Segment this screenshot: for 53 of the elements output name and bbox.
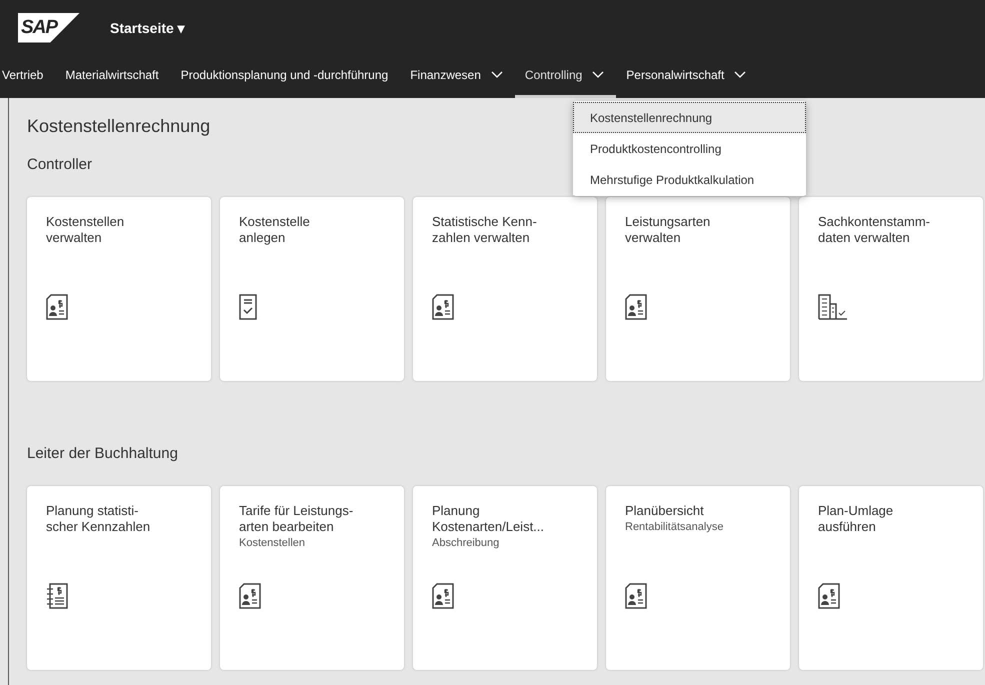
app-tile[interactable]: Plan-Umlage ausführen <box>799 486 983 670</box>
tile-title: Planübersicht <box>625 503 704 519</box>
app-tile[interactable]: Kostenstellen verwalten <box>27 197 211 381</box>
group-title: Leiter der Buchhaltung <box>27 445 178 462</box>
person-document-icon <box>818 583 840 609</box>
app-tile[interactable]: Tarife für Leistungs- arten bearbeiten Kostenstellen <box>220 486 404 670</box>
page-title: Kostenstellenrechnung <box>27 116 210 137</box>
home-title[interactable]: Startseite ▾ <box>110 20 185 36</box>
nav-tab[interactable]: Produktionsplanung und -durchführung <box>170 55 400 98</box>
nav-tab-label: Controlling <box>524 68 582 82</box>
building-icon <box>818 294 848 320</box>
app-tile[interactable]: Sachkontenstamm- daten verwalten <box>799 197 983 381</box>
tile-title: Leistungsarten verwalten <box>625 214 710 246</box>
person-document-icon <box>625 294 647 320</box>
nav-tab-label: Personalwirtschaft <box>626 68 724 82</box>
person-document-icon <box>239 583 261 609</box>
person-document-icon <box>625 583 647 609</box>
tile-title: Plan-Umlage ausführen <box>818 503 894 535</box>
nav-tab-label: Vertrieb <box>2 68 44 82</box>
person-document-icon <box>432 294 454 320</box>
tile-title: Sachkontenstamm- daten verwalten <box>818 214 930 246</box>
logo: SAP <box>18 12 80 42</box>
person-document-icon <box>432 583 454 609</box>
app-tile[interactable]: Statistische Kenn- zahlen verwalten <box>413 197 597 381</box>
tile-title: Planung Kostenarten/Leist... <box>432 503 544 535</box>
person-document-icon <box>46 294 68 320</box>
tile-title: Kostenstellen verwalten <box>46 214 124 246</box>
tile-title: Planung statisti- scher Kennzahlen <box>46 503 150 535</box>
nav-tab-label: Materialwirtschaft <box>65 68 159 82</box>
menu-item[interactable]: Produktkostencontrolling <box>573 133 806 164</box>
nav-tab[interactable]: Controlling <box>514 55 616 98</box>
tile-title: Kostenstelle anlegen <box>239 214 310 246</box>
nav-tab-label: Produktionsplanung und -durchführung <box>180 68 388 82</box>
menu-item[interactable]: Kostenstellenrechnung <box>573 102 806 133</box>
nav-tab[interactable]: Vertrieb <box>0 55 56 98</box>
app-tile[interactable]: Planübersicht Rentabilitätsanalyse <box>606 486 790 670</box>
app-tile[interactable]: Planung Kostenarten/Leist... Abschreibung <box>413 486 597 670</box>
app-tile[interactable]: Planung statisti- scher Kennzahlen <box>27 486 211 670</box>
tile-subtitle: Kostenstellen <box>239 537 306 549</box>
nav-tab-label: Finanzwesen <box>410 68 481 82</box>
menu-item[interactable]: Mehrstufige Produktkalkulation <box>573 164 806 195</box>
group-title: Controller <box>27 156 92 173</box>
notebook-icon <box>46 583 70 609</box>
app-tile[interactable]: Kostenstelle anlegen <box>220 197 404 381</box>
tile-subtitle: Rentabilitätsanalyse <box>625 521 724 533</box>
checklist-document-icon <box>239 294 257 320</box>
tile-subtitle: Abschreibung <box>432 537 500 549</box>
tile-title: Statistische Kenn- zahlen verwalten <box>432 214 537 246</box>
app-tile[interactable]: Leistungsarten verwalten <box>606 197 790 381</box>
nav-tab[interactable]: Personalwirtschaft <box>616 55 758 98</box>
tile-title: Tarife für Leistungs- arten bearbeiten <box>239 503 354 535</box>
nav-tab[interactable]: Materialwirtschaft <box>55 55 171 98</box>
nav-tab[interactable]: Finanzwesen <box>400 55 515 98</box>
